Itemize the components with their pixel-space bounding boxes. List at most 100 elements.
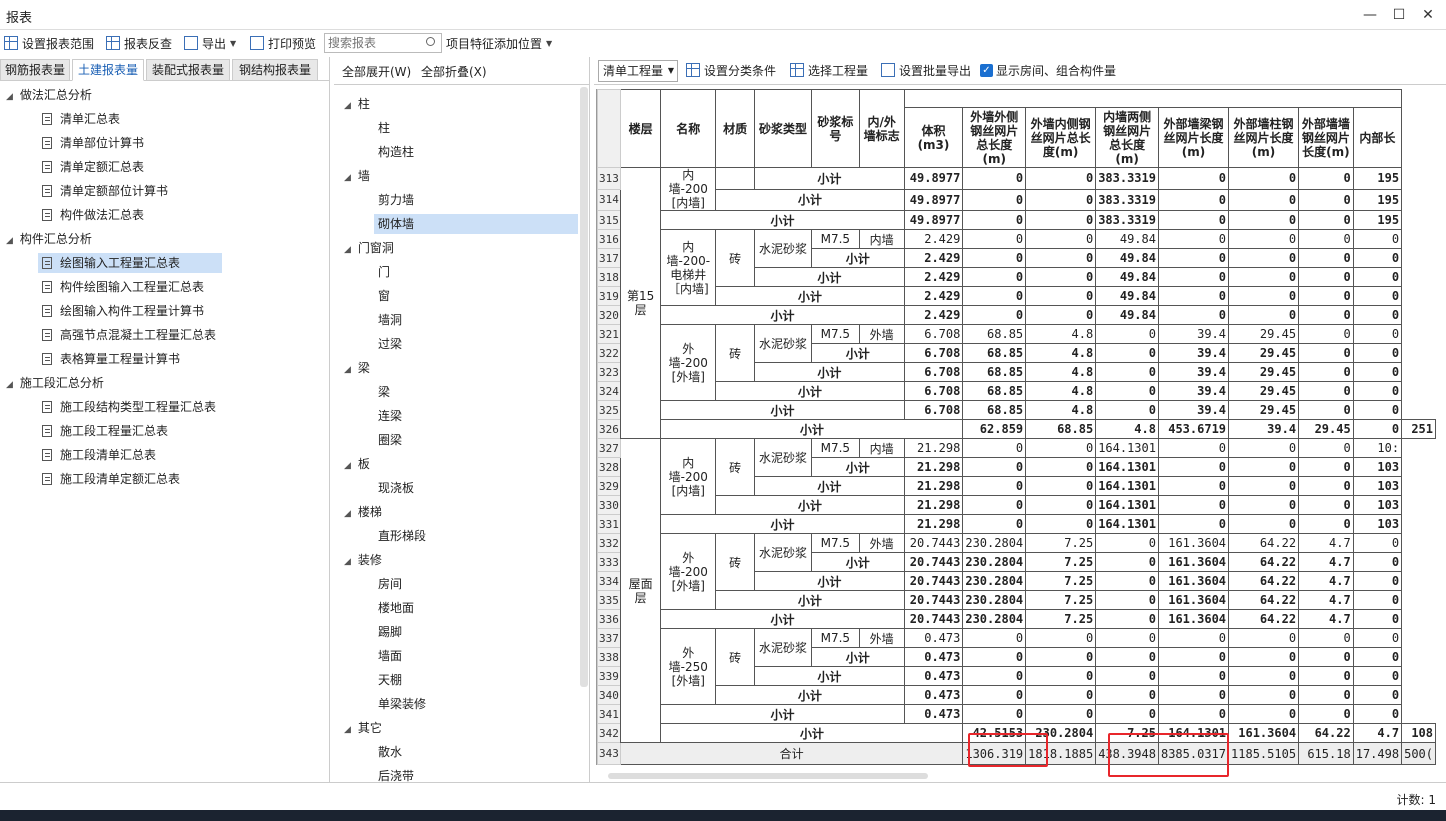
cell[interactable]: 230.2804 [962,609,1027,629]
cell[interactable]: 0 [1157,457,1230,477]
cell[interactable]: 6.708 [903,343,964,363]
cell[interactable]: 0 [1298,438,1354,458]
cell[interactable]: 4.7 [1298,533,1354,553]
cell[interactable]: 0 [1157,167,1230,190]
table-row[interactable]: 336 小计 20.7443 230.2804 7.25 0 161.3604 64.22 4.… [597,609,1436,629]
table-row[interactable]: 314 小计 49.8977 0 0 383.3319 0 0 0 195 [597,188,1436,211]
cell[interactable]: 0 [962,188,1027,211]
component-item[interactable]: 梁 [374,382,390,402]
component-group[interactable]: ◢ 梁 [344,358,370,378]
row-number[interactable]: 313 [597,167,621,190]
cell[interactable]: 7.25 [1025,533,1097,553]
cell[interactable]: 4.7 [1298,571,1354,591]
row-number[interactable]: 342 [597,723,621,743]
cell[interactable]: 49.84 [1095,305,1159,325]
cell[interactable]: 4.8 [1095,419,1159,439]
cell[interactable]: 0 [1025,666,1097,686]
component-item[interactable]: 柱 [374,118,390,138]
component-group[interactable]: ◢ 楼梯 [344,502,382,522]
cell[interactable]: 0.473 [903,647,964,667]
cell[interactable]: 0 [1228,286,1300,306]
component-item[interactable]: 天棚 [374,670,402,690]
row-number[interactable]: 337 [597,628,621,648]
cell[interactable]: 0 [1298,210,1354,230]
cell[interactable]: 49.8977 [903,210,964,230]
component-item[interactable]: 门 [374,262,390,282]
cell[interactable]: 0 [1298,167,1354,190]
row-number[interactable]: 332 [597,533,621,553]
cell[interactable]: 29.45 [1228,400,1300,420]
component-item[interactable]: 剪力墙 [374,190,414,210]
cell[interactable]: 21.298 [903,476,964,496]
cell[interactable]: 17.498 [1352,742,1403,765]
cell[interactable]: 0 [1157,685,1230,705]
cell[interactable]: 1185.5105 [1228,742,1300,765]
cell[interactable]: 0 [1025,647,1097,667]
component-item[interactable]: 连梁 [374,406,402,426]
print-preview-button[interactable]: 打印预览 [250,33,316,53]
row-number[interactable]: 328 [597,457,621,477]
cell[interactable]: 0 [1095,324,1159,344]
maximize-icon[interactable]: ☐ [1387,4,1411,26]
cell[interactable]: 6.708 [903,400,964,420]
cell[interactable]: 0 [1025,167,1097,190]
cell[interactable]: 4.7 [1298,609,1354,629]
cell[interactable]: 0 [1025,305,1097,325]
row-number[interactable]: 341 [597,704,621,724]
cell[interactable]: 68.85 [962,362,1027,382]
cell[interactable]: 0 [1228,476,1300,496]
cell[interactable]: 4.8 [1025,362,1097,382]
cell[interactable]: 0 [1298,647,1354,667]
cell[interactable]: 0 [962,438,1027,458]
cell[interactable]: 49.84 [1095,286,1159,306]
tree-item[interactable]: 清单定额汇总表 [38,157,144,177]
col-int-both-mesh[interactable]: 内墙两侧钢丝网片总长度(m) [1095,107,1159,168]
cell[interactable]: 0 [1157,666,1230,686]
cell[interactable]: 103 [1352,476,1403,496]
col-ext-inner-mesh[interactable]: 外墙内侧钢丝网片总长度(m) [1025,107,1097,168]
cell[interactable]: 0 [1157,514,1230,534]
cell[interactable]: 0 [1298,704,1354,724]
cell[interactable]: 21.298 [903,457,964,477]
cell[interactable]: 0 [1095,609,1159,629]
cell[interactable]: 39.4 [1228,419,1300,439]
close-icon[interactable]: ✕ [1416,4,1440,26]
cell[interactable]: 39.4 [1157,381,1230,401]
cell[interactable]: 383.3319 [1095,167,1159,190]
tree-item[interactable]: 表格算量工程量计算书 [38,349,180,369]
cell[interactable]: 0 [1298,666,1354,686]
cell[interactable]: 0 [1228,704,1300,724]
row-number[interactable]: 338 [597,647,621,667]
cell[interactable]: 0 [1025,248,1097,268]
row-number[interactable]: 322 [597,343,621,363]
tree-item[interactable]: 构件绘图输入工程量汇总表 [38,277,204,297]
cell[interactable]: 21.298 [903,495,964,515]
tree-item[interactable]: 施工段清单汇总表 [38,445,156,465]
cell[interactable]: 4.8 [1025,381,1097,401]
cell[interactable]: 0 [1157,628,1230,648]
cell[interactable]: 161.3604 [1157,571,1230,591]
table-row[interactable]: 324 小计 6.708 68.85 4.8 0 39.4 29.45 0 0 [597,381,1436,401]
cell[interactable]: 0 [1298,343,1354,363]
cell[interactable]: 0 [1095,704,1159,724]
tree-item[interactable]: 清单部位计算书 [38,133,144,153]
table-row[interactable]: 337 外墙-250 [外墙] 砖水泥砂浆 M7.5 外墙 0.473 0 0 0 0 0 0 0 [597,628,1436,705]
table-row[interactable]: 330 小计 21.298 0 0 164.1301 0 0 0 103 [597,495,1436,515]
cell[interactable]: 0 [1298,188,1354,211]
row-number[interactable]: 326 [597,419,621,439]
tab-steel[interactable]: 钢结构报表量 [232,59,318,81]
cell[interactable]: 161.3604 [1157,590,1230,610]
cell[interactable]: 0 [1352,704,1403,724]
tree-group[interactable]: ◢ 做法汇总分析 [6,85,92,105]
cell[interactable]: 6.708 [903,324,964,344]
cell[interactable]: 0 [1157,647,1230,667]
col-floor[interactable]: 楼层 [619,89,662,168]
cell[interactable]: 0 [962,495,1027,515]
minimize-icon[interactable]: — [1358,4,1382,26]
row-number[interactable]: 315 [597,210,621,230]
cell[interactable]: 195 [1352,188,1403,211]
cell[interactable]: 383.3319 [1095,210,1159,230]
col-name[interactable]: 名称 [660,89,717,168]
row-number[interactable]: 317 [597,248,621,268]
cell[interactable]: 0 [962,267,1027,287]
